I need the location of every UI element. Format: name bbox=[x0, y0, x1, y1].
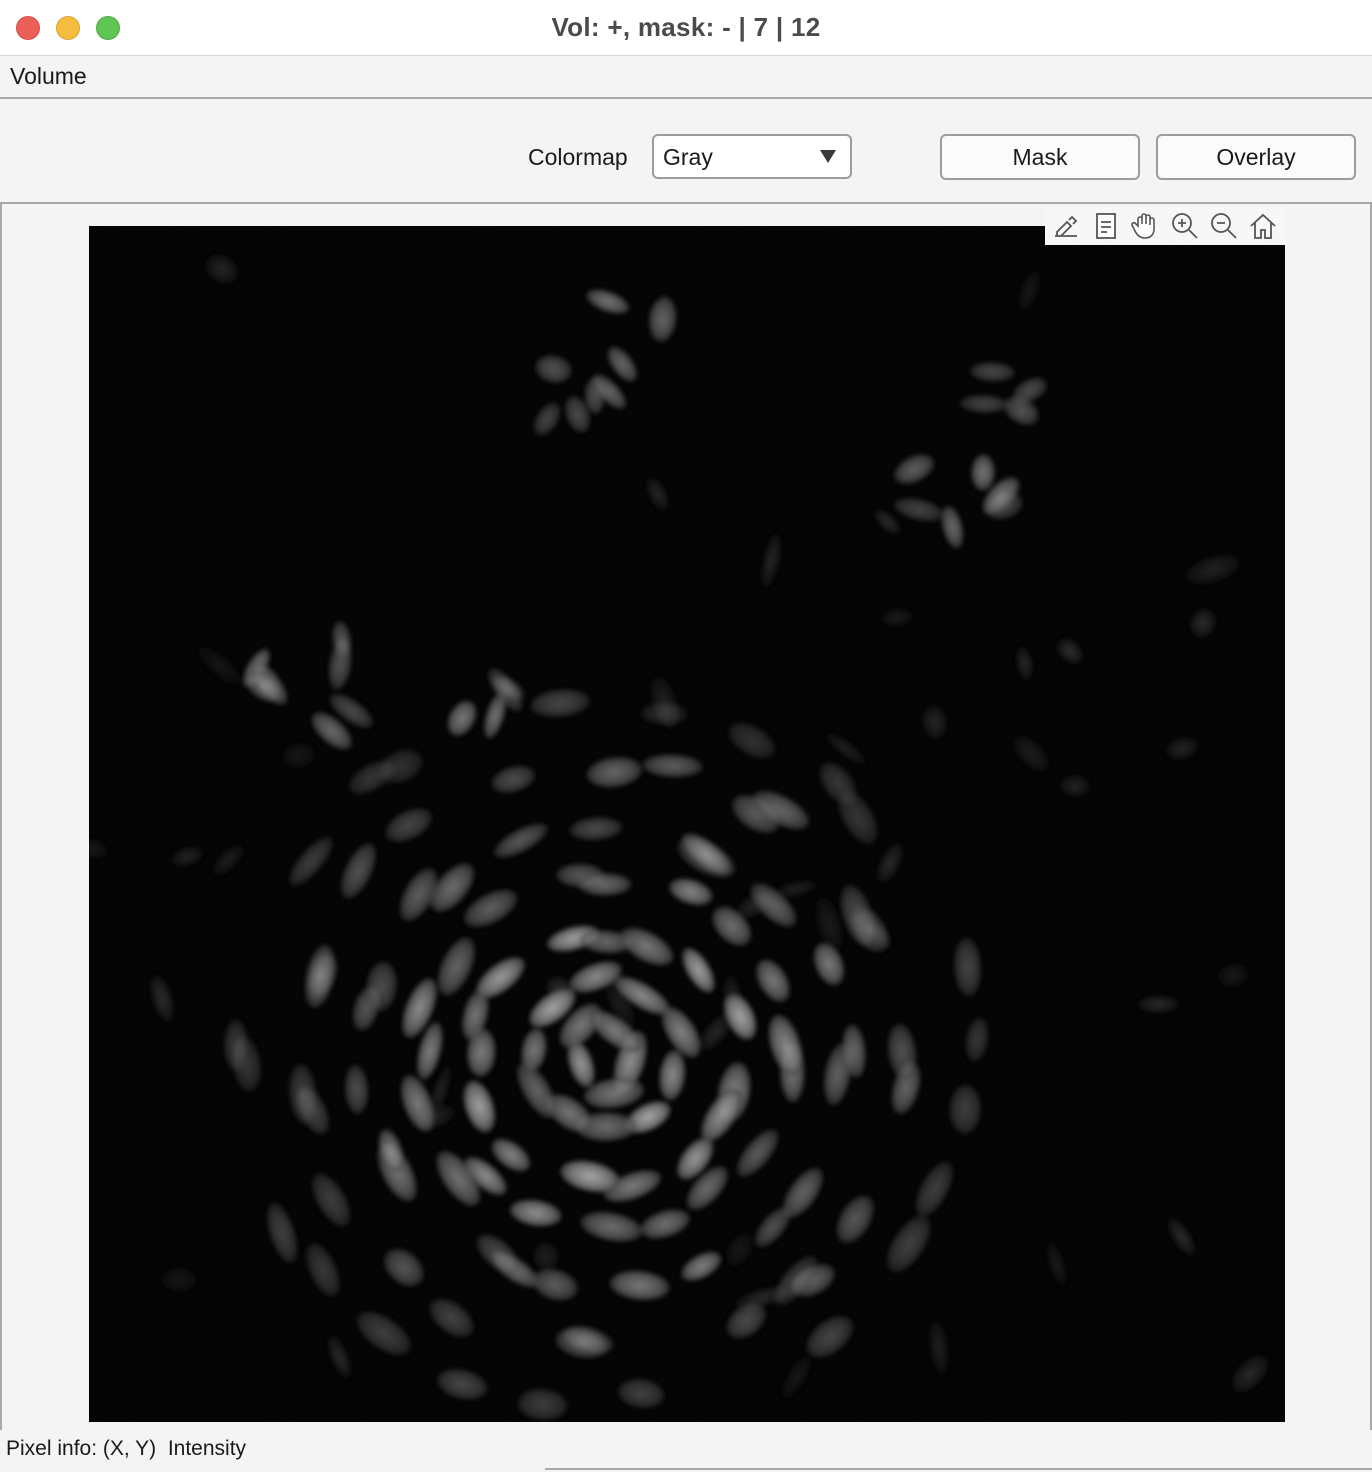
home-icon[interactable] bbox=[1245, 208, 1281, 244]
axes-toolbar bbox=[1045, 207, 1285, 245]
pan-icon[interactable] bbox=[1127, 208, 1163, 244]
zoom-in-icon[interactable] bbox=[1167, 208, 1203, 244]
menu-volume[interactable]: Volume bbox=[10, 63, 87, 90]
overlay-button[interactable]: Overlay bbox=[1156, 134, 1356, 180]
image-canvas bbox=[89, 226, 1285, 1422]
controls-panel: Colormap Gray Mask Overlay bbox=[0, 101, 1372, 202]
bottom-divider bbox=[545, 1468, 1372, 1470]
brush-icon[interactable] bbox=[1049, 208, 1085, 244]
zoom-out-icon[interactable] bbox=[1206, 208, 1242, 244]
datatip-icon[interactable] bbox=[1088, 208, 1124, 244]
dropdown-arrow-icon bbox=[820, 150, 836, 163]
colormap-dropdown[interactable]: Gray bbox=[652, 134, 852, 179]
app-window: Vol: +, mask: - | 7 | 12 Volume Colormap… bbox=[0, 0, 1372, 1472]
microscopy-image[interactable] bbox=[89, 226, 1285, 1422]
mask-button[interactable]: Mask bbox=[940, 134, 1140, 180]
menu-bar: Volume bbox=[0, 57, 1372, 99]
colormap-value: Gray bbox=[663, 144, 713, 170]
colormap-label: Colormap bbox=[528, 144, 628, 170]
title-bar: Vol: +, mask: - | 7 | 12 bbox=[0, 0, 1372, 56]
window-title: Vol: +, mask: - | 7 | 12 bbox=[551, 12, 821, 42]
pixel-info-status: Pixel info: (X, Y) Intensity bbox=[6, 1437, 247, 1460]
image-noise bbox=[89, 226, 1285, 1422]
